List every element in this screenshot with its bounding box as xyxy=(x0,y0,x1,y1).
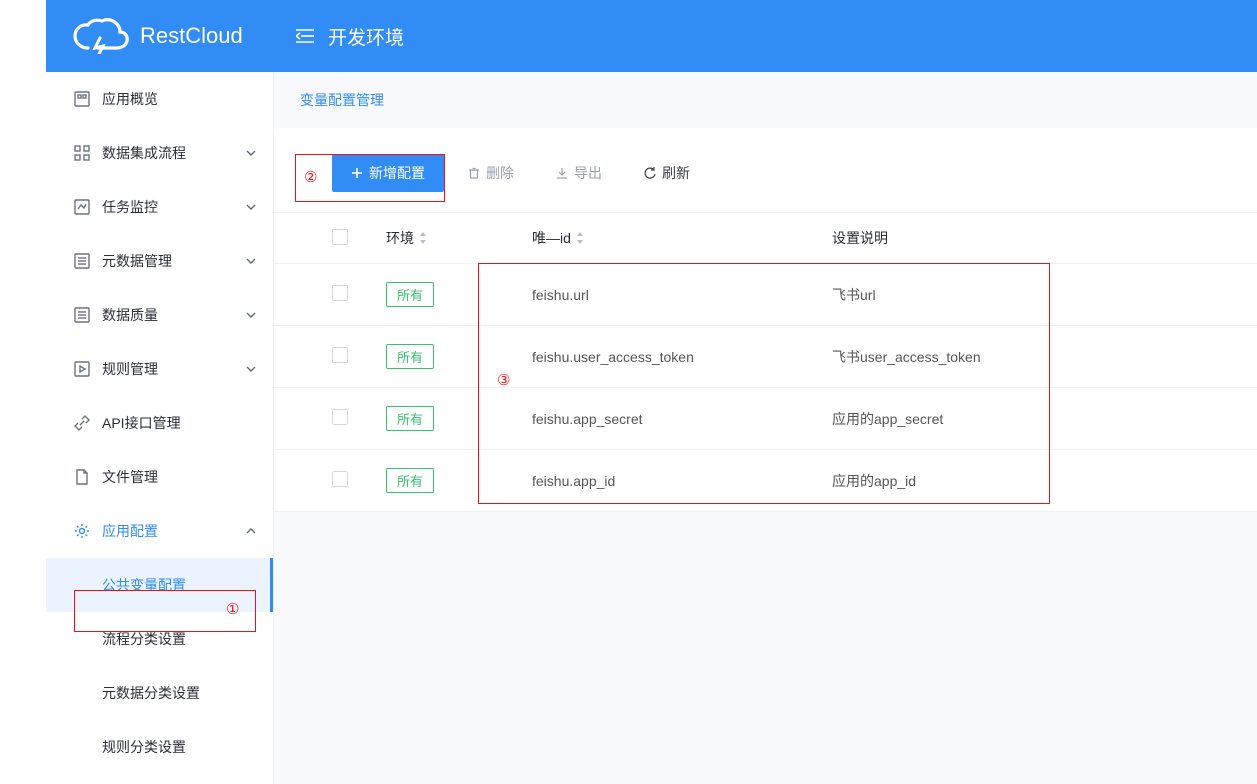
sidebar-item-overview[interactable]: 应用概览 xyxy=(46,72,273,126)
refresh-button-label: 刷新 xyxy=(662,163,690,183)
sidebar-item-metadata[interactable]: 元数据管理 xyxy=(46,234,273,288)
app-header: RestCloud 开发环境 xyxy=(46,0,1257,72)
monitor-icon xyxy=(74,199,90,215)
chevron-down-icon xyxy=(245,363,257,375)
sidebar-item-label: 应用概览 xyxy=(102,89,257,109)
sidebar-item-label: 元数据管理 xyxy=(102,251,245,271)
grid-icon xyxy=(74,145,90,161)
row-checkbox[interactable] xyxy=(332,471,348,487)
sidebar-sub-label: 元数据分类设置 xyxy=(102,683,200,703)
card: 新增配置 删除 导出 刷新 环境 xyxy=(274,128,1257,512)
brand-text: RestCloud xyxy=(140,23,243,49)
data-table: 环境 唯—id 设置说明 所有 feishu.url 飞书url xyxy=(274,212,1257,512)
table-row[interactable]: 所有 feishu.app_id 应用的app_id xyxy=(274,450,1257,512)
col-env[interactable]: 环境 xyxy=(386,228,532,248)
cell-desc: 飞书url xyxy=(832,285,1257,305)
env-selector[interactable]: 开发环境 xyxy=(274,23,404,50)
breadcrumb: 变量配置管理 xyxy=(274,72,1257,128)
list-icon xyxy=(74,307,90,323)
row-checkbox[interactable] xyxy=(332,347,348,363)
row-checkbox[interactable] xyxy=(332,409,348,425)
sidebar-item-monitor[interactable]: 任务监控 xyxy=(46,180,273,234)
sidebar-item-label: 应用配置 xyxy=(102,521,245,541)
select-all-checkbox[interactable] xyxy=(332,229,348,245)
sidebar-item-label: 数据质量 xyxy=(102,305,245,325)
sidebar-item-label: 任务监控 xyxy=(102,197,245,217)
env-tag: 所有 xyxy=(386,406,434,431)
sidebar-sub-meta-cat[interactable]: 元数据分类设置 xyxy=(46,666,273,720)
overview-icon xyxy=(74,91,90,107)
table-row[interactable]: 所有 feishu.user_access_token 飞书user_acces… xyxy=(274,326,1257,388)
cell-desc: 飞书user_access_token xyxy=(832,347,1257,367)
chevron-down-icon xyxy=(245,201,257,213)
download-icon xyxy=(556,167,568,179)
cell-desc: 应用的app_secret xyxy=(832,409,1257,429)
chevron-up-icon xyxy=(245,525,257,537)
sidebar-sub-public-var[interactable]: 公共变量配置 xyxy=(46,558,273,612)
sort-icon xyxy=(418,232,428,244)
trash-icon xyxy=(468,167,480,179)
sidebar-item-quality[interactable]: 数据质量 xyxy=(46,288,273,342)
sidebar-item-integration[interactable]: 数据集成流程 xyxy=(46,126,273,180)
col-id[interactable]: 唯—id xyxy=(532,228,832,248)
refresh-button[interactable]: 刷新 xyxy=(626,154,708,192)
gear-icon xyxy=(74,523,90,539)
cell-id: feishu.user_access_token xyxy=(532,349,832,365)
delete-button-label: 删除 xyxy=(486,163,514,183)
toolbar: 新增配置 删除 导出 刷新 xyxy=(274,128,1257,212)
cloud-icon xyxy=(70,18,130,54)
table-row[interactable]: 所有 feishu.app_secret 应用的app_secret xyxy=(274,388,1257,450)
row-checkbox[interactable] xyxy=(332,285,348,301)
sidebar-sub-label: 流程分类设置 xyxy=(102,629,186,649)
sidebar-sub-rule-cat[interactable]: 规则分类设置 xyxy=(46,720,273,774)
list-icon xyxy=(74,253,90,269)
sidebar-sub-label: 公共变量配置 xyxy=(102,575,186,595)
plus-icon xyxy=(351,167,363,179)
sidebar-item-rules[interactable]: 规则管理 xyxy=(46,342,273,396)
add-button-label: 新增配置 xyxy=(369,163,425,183)
cell-id: feishu.url xyxy=(532,287,832,303)
brand-logo[interactable]: RestCloud xyxy=(46,18,274,54)
env-label: 开发环境 xyxy=(328,23,404,50)
table-row[interactable]: 所有 feishu.url 飞书url xyxy=(274,264,1257,326)
export-button[interactable]: 导出 xyxy=(538,154,620,192)
main-content: 变量配置管理 新增配置 删除 导出 刷新 xyxy=(274,72,1257,784)
breadcrumb-link[interactable]: 变量配置管理 xyxy=(300,92,384,108)
chevron-down-icon xyxy=(245,255,257,267)
sidebar: 应用概览 数据集成流程 任务监控 元数据管理 数据质量 规则管理 xyxy=(46,72,274,784)
chevron-down-icon xyxy=(245,147,257,159)
menu-collapse-icon xyxy=(296,29,314,43)
link-icon xyxy=(74,415,90,431)
refresh-icon xyxy=(644,167,656,179)
cell-desc: 应用的app_id xyxy=(832,471,1257,491)
cell-id: feishu.app_secret xyxy=(532,411,832,427)
col-desc: 设置说明 xyxy=(832,228,1257,248)
sidebar-item-label: API接口管理 xyxy=(102,413,257,433)
play-icon xyxy=(74,361,90,377)
cell-id: feishu.app_id xyxy=(532,473,832,489)
chevron-down-icon xyxy=(245,309,257,321)
env-tag: 所有 xyxy=(386,282,434,307)
file-icon xyxy=(74,469,90,485)
sidebar-sub-flow-cat[interactable]: 流程分类设置 xyxy=(46,612,273,666)
sidebar-item-label: 文件管理 xyxy=(102,467,257,487)
sidebar-item-config[interactable]: 应用配置 xyxy=(46,504,273,558)
add-button[interactable]: 新增配置 xyxy=(332,154,444,192)
export-button-label: 导出 xyxy=(574,163,602,183)
sidebar-sub-label: 规则分类设置 xyxy=(102,737,186,757)
sidebar-item-label: 数据集成流程 xyxy=(102,143,245,163)
env-tag: 所有 xyxy=(386,468,434,493)
delete-button[interactable]: 删除 xyxy=(450,154,532,192)
env-tag: 所有 xyxy=(386,344,434,369)
table-header: 环境 唯—id 设置说明 xyxy=(274,212,1257,264)
sidebar-item-files[interactable]: 文件管理 xyxy=(46,450,273,504)
sort-icon xyxy=(575,232,585,244)
sidebar-item-api[interactable]: API接口管理 xyxy=(46,396,273,450)
sidebar-item-label: 规则管理 xyxy=(102,359,245,379)
